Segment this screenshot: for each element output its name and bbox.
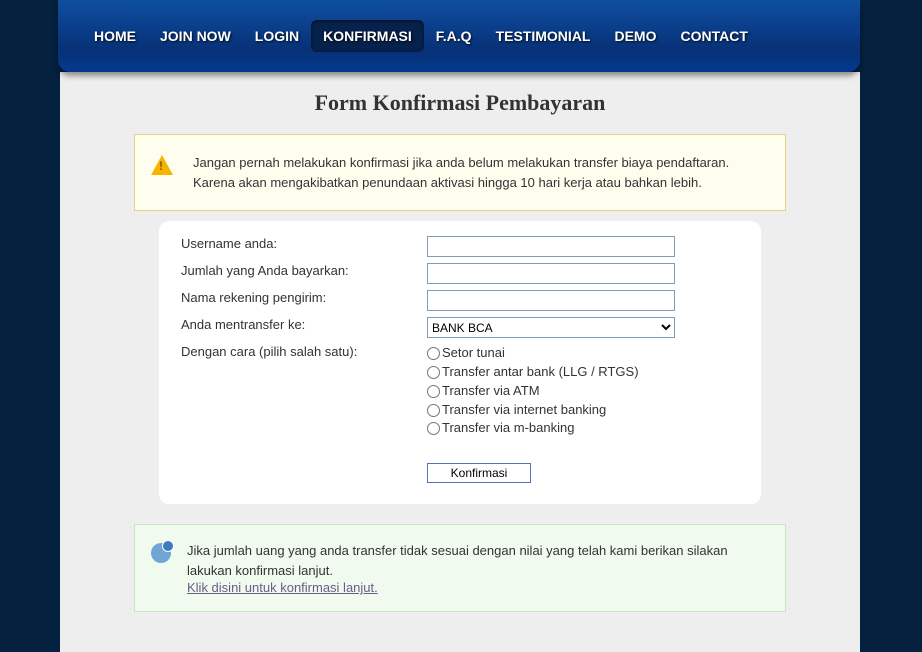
nav-item-login[interactable]: LOGIN: [243, 20, 311, 52]
warning-icon: [151, 153, 177, 192]
method-radio-3[interactable]: [427, 404, 440, 417]
method-option-2[interactable]: Transfer via ATM: [427, 382, 739, 401]
nav-item-f-a-q[interactable]: F.A.Q: [424, 20, 484, 52]
label-account-name: Nama rekening pengirim:: [181, 287, 427, 314]
method-option-4[interactable]: Transfer via m-banking: [427, 419, 739, 438]
label-method: Dengan cara (pilih salah satu):: [181, 341, 427, 441]
method-radio-2[interactable]: [427, 385, 440, 398]
method-radio-1[interactable]: [427, 366, 440, 379]
amount-input[interactable]: [427, 263, 675, 284]
method-radio-4[interactable]: [427, 422, 440, 435]
nav-list: HOMEJOIN NOWLOGINKONFIRMASIF.A.QTESTIMON…: [82, 20, 760, 52]
nav-item-contact[interactable]: CONTACT: [668, 20, 759, 52]
label-amount: Jumlah yang Anda bayarkan:: [181, 260, 427, 287]
page-title: Form Konfirmasi Pembayaran: [60, 90, 860, 116]
nav-item-testimonial[interactable]: TESTIMONIAL: [484, 20, 603, 52]
bank-select[interactable]: BANK BCA: [427, 317, 675, 338]
warning-text: Jangan pernah melakukan konfirmasi jika …: [193, 153, 769, 192]
nav-item-demo[interactable]: DEMO: [602, 20, 668, 52]
info-text: Jika jumlah uang yang anda transfer tida…: [187, 541, 769, 580]
info-link[interactable]: Klik disini untuk konfirmasi lanjut.: [187, 580, 378, 595]
page-body: Form Konfirmasi Pembayaran Jangan pernah…: [60, 72, 860, 652]
confirmation-form: Username anda: Jumlah yang Anda bayarkan…: [159, 221, 761, 504]
nav-item-home[interactable]: HOME: [82, 20, 148, 52]
account-name-input[interactable]: [427, 290, 675, 311]
method-option-0[interactable]: Setor tunai: [427, 344, 739, 363]
info-icon: [151, 541, 171, 595]
top-nav: HOMEJOIN NOWLOGINKONFIRMASIF.A.QTESTIMON…: [58, 0, 860, 72]
warning-box: Jangan pernah melakukan konfirmasi jika …: [134, 134, 786, 211]
method-option-1[interactable]: Transfer antar bank (LLG / RTGS): [427, 363, 739, 382]
submit-button[interactable]: Konfirmasi: [427, 463, 531, 483]
nav-item-join-now[interactable]: JOIN NOW: [148, 20, 243, 52]
method-radio-0[interactable]: [427, 347, 440, 360]
method-option-3[interactable]: Transfer via internet banking: [427, 401, 739, 420]
info-box: Jika jumlah uang yang anda transfer tida…: [134, 524, 786, 612]
username-input[interactable]: [427, 236, 675, 257]
label-username: Username anda:: [181, 233, 427, 260]
label-transfer-to: Anda mentransfer ke:: [181, 314, 427, 341]
nav-item-konfirmasi[interactable]: KONFIRMASI: [311, 20, 424, 52]
method-radio-group: Setor tunaiTransfer antar bank (LLG / RT…: [427, 341, 739, 441]
